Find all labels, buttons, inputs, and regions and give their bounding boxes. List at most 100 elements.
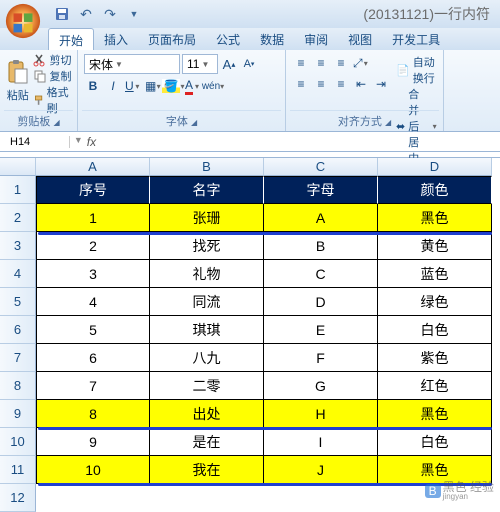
name-box[interactable]: H14 — [0, 136, 70, 148]
redo-icon[interactable]: ↷ — [100, 4, 120, 24]
data-cell[interactable]: 绿色 — [378, 288, 492, 316]
data-cell[interactable]: 6 — [36, 344, 150, 372]
fx-icon[interactable]: fx — [87, 135, 96, 149]
row-header[interactable]: 6 — [0, 316, 36, 344]
col-header-b[interactable]: B — [150, 158, 264, 176]
data-cell[interactable]: 紫色 — [378, 344, 492, 372]
data-cell[interactable]: H — [264, 400, 378, 428]
fx-dropdown-icon[interactable]: ▼ — [74, 135, 83, 149]
data-cell[interactable]: 2 — [36, 232, 150, 260]
data-cell[interactable]: 二零 — [150, 372, 264, 400]
data-cell[interactable]: 我在 — [150, 456, 264, 484]
col-header-c[interactable]: C — [264, 158, 378, 176]
undo-icon[interactable]: ↶ — [76, 4, 96, 24]
tab-formula[interactable]: 公式 — [206, 28, 250, 50]
data-cell[interactable]: J — [264, 456, 378, 484]
data-cell[interactable]: I — [264, 428, 378, 456]
italic-button[interactable]: I — [104, 77, 122, 95]
tab-developer[interactable]: 开发工具 — [382, 28, 450, 50]
office-button[interactable] — [4, 2, 42, 40]
data-cell[interactable]: 红色 — [378, 372, 492, 400]
data-cell[interactable]: 9 — [36, 428, 150, 456]
data-cell[interactable]: 黄色 — [378, 232, 492, 260]
row-header[interactable]: 12 — [0, 484, 36, 512]
fill-color-button[interactable]: 🪣▾ — [164, 77, 182, 95]
bold-button[interactable]: B — [84, 77, 102, 95]
data-cell[interactable]: 礼物 — [150, 260, 264, 288]
data-cell[interactable]: 找死 — [150, 232, 264, 260]
row-header[interactable]: 10 — [0, 428, 36, 456]
save-icon[interactable] — [52, 4, 72, 24]
data-cell[interactable]: F — [264, 344, 378, 372]
increase-indent-icon[interactable]: ⇥ — [372, 75, 390, 93]
data-cell[interactable]: 1 — [36, 204, 150, 232]
data-cell[interactable]: C — [264, 260, 378, 288]
orientation-icon[interactable]: ⤢▾ — [352, 54, 370, 72]
decrease-indent-icon[interactable]: ⇤ — [352, 75, 370, 93]
copy-button[interactable]: 复制 — [33, 68, 73, 84]
cut-button[interactable]: 剪切 — [33, 52, 73, 68]
align-left-icon[interactable]: ≡ — [292, 75, 310, 93]
row-header[interactable]: 4 — [0, 260, 36, 288]
paste-button[interactable]: 粘贴 — [4, 52, 31, 110]
col-header-d[interactable]: D — [378, 158, 492, 176]
header-cell[interactable]: 名字 — [150, 176, 264, 204]
tab-home[interactable]: 开始 — [48, 28, 94, 50]
increase-font-icon[interactable]: A▴ — [220, 55, 238, 73]
data-cell[interactable]: 琪琪 — [150, 316, 264, 344]
align-right-icon[interactable]: ≡ — [332, 75, 350, 93]
data-cell[interactable]: G — [264, 372, 378, 400]
data-cell[interactable]: E — [264, 316, 378, 344]
row-header[interactable]: 9 — [0, 400, 36, 428]
row-header[interactable]: 1 — [0, 176, 36, 204]
data-cell[interactable]: 4 — [36, 288, 150, 316]
select-all-button[interactable] — [0, 158, 36, 176]
align-top-icon[interactable]: ≡ — [292, 54, 310, 72]
header-cell[interactable]: 字母 — [264, 176, 378, 204]
data-cell[interactable]: 5 — [36, 316, 150, 344]
row-header[interactable]: 3 — [0, 232, 36, 260]
font-size-select[interactable]: 11▼ — [182, 54, 218, 74]
clipboard-launcher-icon[interactable]: ◢ — [53, 118, 59, 127]
font-name-select[interactable]: 宋体▼ — [84, 54, 180, 74]
font-launcher-icon[interactable]: ◢ — [191, 118, 197, 127]
border-button[interactable]: ▦▾ — [144, 77, 162, 95]
row-header[interactable]: 7 — [0, 344, 36, 372]
data-cell[interactable]: 是在 — [150, 428, 264, 456]
tab-insert[interactable]: 插入 — [94, 28, 138, 50]
data-cell[interactable]: 黑色 — [378, 400, 492, 428]
data-cell[interactable]: 黑色 — [378, 204, 492, 232]
align-center-icon[interactable]: ≡ — [312, 75, 330, 93]
row-header[interactable]: 11 — [0, 456, 36, 484]
row-header[interactable]: 2 — [0, 204, 36, 232]
header-cell[interactable]: 序号 — [36, 176, 150, 204]
data-cell[interactable]: 张珊 — [150, 204, 264, 232]
align-middle-icon[interactable]: ≡ — [312, 54, 330, 72]
row-header[interactable]: 5 — [0, 288, 36, 316]
align-bottom-icon[interactable]: ≡ — [332, 54, 350, 72]
underline-button[interactable]: U▾ — [124, 77, 142, 95]
data-cell[interactable]: 蓝色 — [378, 260, 492, 288]
data-cell[interactable]: 同流 — [150, 288, 264, 316]
tab-data[interactable]: 数据 — [250, 28, 294, 50]
data-cell[interactable]: 出处 — [150, 400, 264, 428]
row-header[interactable]: 8 — [0, 372, 36, 400]
data-cell[interactable]: 8 — [36, 400, 150, 428]
align-launcher-icon[interactable]: ◢ — [385, 118, 391, 127]
data-cell[interactable]: 3 — [36, 260, 150, 288]
tab-layout[interactable]: 页面布局 — [138, 28, 206, 50]
wrap-text-button[interactable]: 📄自动换行 — [396, 54, 437, 86]
tab-view[interactable]: 视图 — [338, 28, 382, 50]
header-cell[interactable]: 颜色 — [378, 176, 492, 204]
font-color-button[interactable]: A▾ — [184, 77, 202, 95]
phonetic-button[interactable]: wén▾ — [204, 77, 222, 95]
tab-review[interactable]: 审阅 — [294, 28, 338, 50]
data-cell[interactable]: 白色 — [378, 316, 492, 344]
data-cell[interactable]: 白色 — [378, 428, 492, 456]
data-cell[interactable]: 10 — [36, 456, 150, 484]
col-header-a[interactable]: A — [36, 158, 150, 176]
data-cell[interactable]: B — [264, 232, 378, 260]
data-cell[interactable]: 7 — [36, 372, 150, 400]
data-cell[interactable]: D — [264, 288, 378, 316]
qat-dropdown-icon[interactable]: ▼ — [124, 4, 144, 24]
